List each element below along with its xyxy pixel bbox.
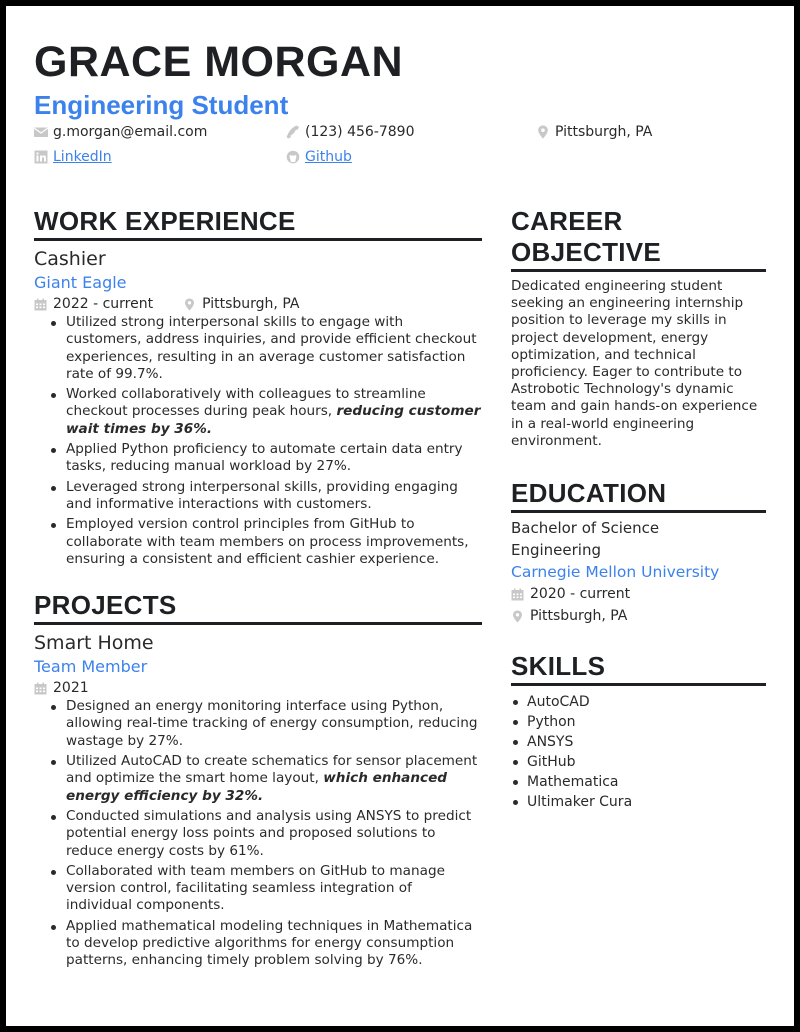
skill-item: ANSYS: [511, 732, 766, 752]
bullet-item: Utilized AutoCAD to create schematics fo…: [48, 753, 482, 805]
bullet-item: Conducted simulations and analysis using…: [48, 808, 482, 860]
phone-text: (123) 456-7890: [305, 124, 415, 140]
bullet-text: Designed an energy monitoring interface …: [66, 698, 478, 749]
right-column: CAREER OBJECTIVE Dedicated engineering s…: [511, 206, 766, 812]
project-role: Team Member: [34, 657, 148, 677]
bullet-item: Leveraged strong interpersonal skills, p…: [48, 479, 482, 514]
bullet-item: Applied Python proficiency to automate c…: [48, 441, 482, 476]
map-pin-icon: [511, 609, 524, 623]
career-objective-heading-line2: OBJECTIVE: [511, 237, 662, 267]
job-meta: 2022 - current Pittsburgh, PA: [34, 294, 482, 314]
bullet-text: Utilized strong interpersonal skills to …: [66, 314, 477, 382]
bullet-text: Employed version control principles from…: [66, 516, 469, 567]
education-heading: EDUCATION: [511, 478, 766, 514]
envelope-icon: [34, 125, 48, 139]
resume-header: GRACE MORGAN Engineering Student: [34, 38, 774, 120]
github-icon: [286, 150, 300, 164]
career-objective-text: Dedicated engineering student seeking an…: [511, 278, 758, 449]
work-experience-heading: WORK EXPERIENCE: [34, 206, 482, 241]
bullet-text: Conducted simulations and analysis using…: [66, 807, 472, 859]
contact-email: g.morgan@email.com: [34, 124, 207, 140]
location-text: Pittsburgh, PA: [555, 124, 653, 140]
project-name: Smart Home: [34, 632, 154, 655]
skills-section: SKILLS AutoCAD Python ANSYS GitHub Mathemati…: [511, 651, 766, 812]
job-location: Pittsburgh, PA: [202, 296, 300, 312]
contact-location: Pittsburgh, PA: [536, 124, 652, 140]
job-dates: 2022 - current: [53, 296, 154, 312]
projects-section: PROJECTS Smart Home Team Member 2021 Des…: [34, 590, 482, 969]
map-pin-icon: [536, 125, 550, 139]
candidate-name: GRACE MORGAN: [34, 38, 404, 86]
bullet-item: Employed version control principles from…: [48, 516, 482, 568]
calendar-icon: [34, 298, 47, 311]
work-experience-section: WORK EXPERIENCE Cashier Giant Eagle 2022…: [34, 206, 482, 568]
bullet-item: Designed an energy monitoring interface …: [48, 698, 482, 750]
bullet-text: Applied mathematical modeling techniques…: [66, 917, 473, 969]
phone-icon: [286, 125, 300, 139]
bullet-item: Collaborated with team members on GitHub…: [48, 863, 482, 915]
resume-page: GRACE MORGAN Engineering Student g.morga…: [6, 6, 794, 1026]
github-link[interactable]: Github: [305, 149, 352, 165]
skill-item: Python: [511, 712, 766, 732]
left-column: WORK EXPERIENCE Cashier Giant Eagle 2022…: [34, 206, 482, 973]
education-dates: 2020 - current: [530, 586, 631, 603]
career-objective-heading-line1: CAREER: [511, 206, 623, 236]
email-text: g.morgan@email.com: [53, 124, 208, 140]
career-objective-section: CAREER OBJECTIVE Dedicated engineering s…: [511, 206, 766, 450]
education-field: Engineering: [511, 541, 601, 560]
project-entry: Smart Home Team Member 2021 Designed an …: [34, 631, 482, 969]
calendar-icon: [511, 588, 524, 601]
bullet-item: Applied mathematical modeling techniques…: [48, 918, 482, 970]
linkedin-link[interactable]: LinkedIn: [53, 149, 112, 165]
bullet-text: Collaborated with team members on GitHub…: [66, 862, 445, 914]
education-school: Carnegie Mellon University: [511, 563, 720, 582]
skill-item: AutoCAD: [511, 692, 766, 712]
education-location: Pittsburgh, PA: [530, 608, 628, 625]
projects-heading: PROJECTS: [34, 590, 482, 626]
contact-linkedin: LinkedIn: [34, 149, 112, 165]
career-objective-heading: CAREER OBJECTIVE: [511, 206, 766, 272]
education-location-row: Pittsburgh, PA: [511, 605, 766, 627]
skills-list: AutoCAD Python ANSYS GitHub Mathematica Ultim…: [511, 692, 766, 812]
skill-item: GitHub: [511, 752, 766, 772]
education-section: EDUCATION Bachelor of Science Engineerin…: [511, 478, 766, 627]
map-pin-icon: [183, 297, 196, 311]
calendar-icon: [34, 682, 47, 695]
skills-heading: SKILLS: [511, 651, 766, 687]
education-degree: Bachelor of Science: [511, 519, 660, 538]
bullet-text: Leveraged strong interpersonal skills, p…: [66, 478, 458, 512]
skill-item: Ultimaker Cura: [511, 792, 766, 812]
job-role: Cashier: [34, 248, 106, 270]
linkedin-icon: [34, 150, 48, 164]
contact-phone: (123) 456-7890: [286, 124, 415, 140]
bullet-item: Utilized strong interpersonal skills to …: [48, 314, 482, 383]
project-dates: 2021: [53, 680, 89, 697]
education-entry: Bachelor of Science Engineering Carnegie…: [511, 517, 766, 627]
skill-item: Mathematica: [511, 772, 766, 792]
candidate-title: Engineering Student: [34, 90, 289, 120]
job-entry: Cashier Giant Eagle 2022 - current Pitts…: [34, 247, 482, 568]
job-bullets: Utilized strong interpersonal skills to …: [48, 314, 482, 568]
project-bullets: Designed an energy monitoring interface …: [48, 698, 482, 969]
project-meta: 2021: [34, 678, 482, 698]
job-company: Giant Eagle: [34, 273, 127, 292]
bullet-text: Applied Python proficiency to automate c…: [66, 441, 463, 475]
education-dates-row: 2020 - current: [511, 583, 766, 605]
contact-github: Github: [286, 149, 352, 165]
bullet-item: Worked collaboratively with colleagues t…: [48, 386, 482, 438]
